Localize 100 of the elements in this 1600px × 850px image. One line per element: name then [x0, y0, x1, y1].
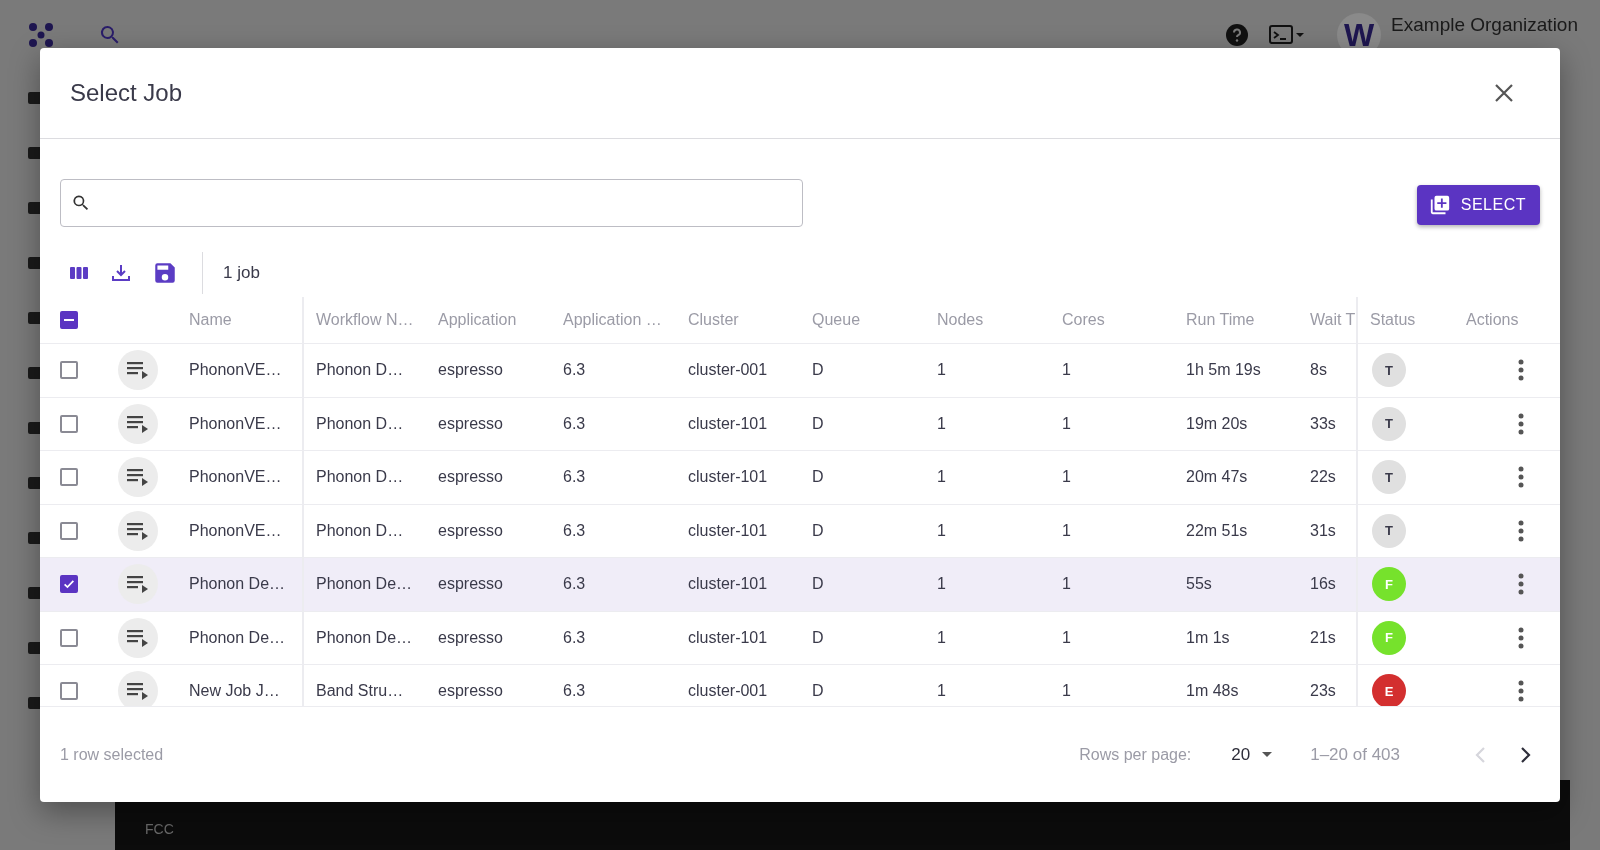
playlist-icon[interactable] — [118, 510, 158, 551]
download-icon[interactable] — [110, 262, 132, 284]
row-checkbox[interactable] — [60, 682, 78, 701]
row-checkbox[interactable] — [60, 361, 78, 380]
select-all-checkbox[interactable] — [60, 311, 78, 329]
table-cell: espresso — [438, 628, 503, 647]
table-cell: 6.3 — [563, 468, 586, 487]
table-cell: 6.3 — [563, 628, 586, 647]
row-checkbox[interactable] — [60, 521, 78, 540]
close-icon[interactable] — [1494, 83, 1514, 103]
table-cell: Phonon De… — [316, 575, 413, 594]
column-header[interactable]: Status — [1370, 311, 1416, 329]
table-cell: 1h 5m 19s — [1186, 361, 1261, 380]
playlist-icon[interactable] — [118, 671, 158, 706]
more-icon[interactable] — [1518, 680, 1524, 703]
table-cell: 1 — [937, 468, 946, 487]
row-checkbox[interactable] — [60, 414, 78, 433]
search-icon — [71, 193, 91, 213]
dialog-title: Select Job — [70, 79, 183, 107]
column-header[interactable]: Cluster — [688, 311, 739, 329]
table-cell: 22m 51s — [1186, 521, 1248, 540]
columns-icon[interactable] — [68, 264, 90, 282]
table-cell: cluster-001 — [688, 682, 768, 701]
more-icon[interactable] — [1518, 466, 1524, 489]
table-cell: Phonon De… — [316, 628, 413, 647]
table-cell: 1m 48s — [1186, 682, 1239, 701]
table-cell: cluster-101 — [688, 521, 768, 540]
column-header[interactable]: Queue — [812, 311, 861, 329]
organization-name: Example Organization — [1391, 14, 1578, 36]
table-cell: 1 — [937, 521, 946, 540]
column-header[interactable]: Run Time — [1186, 311, 1255, 329]
logo-icon[interactable] — [28, 22, 54, 48]
table-cell: cluster-101 — [688, 468, 768, 487]
table-cell: Phonon De… — [189, 575, 286, 594]
table-cell: Phonon D… — [316, 414, 404, 433]
more-icon[interactable] — [1518, 626, 1524, 649]
column-header[interactable]: Nodes — [937, 311, 984, 329]
row-checkbox[interactable] — [60, 468, 78, 487]
row-checkbox[interactable] — [60, 628, 78, 647]
caret-icon — [1262, 751, 1273, 758]
selection-count: 1 row selected — [60, 745, 164, 764]
table-cell: 6.3 — [563, 682, 586, 701]
table-cell: 1 — [1062, 628, 1071, 647]
table-cell: PhononVE… — [189, 361, 282, 380]
table-cell: D — [812, 414, 824, 433]
table-cell: Band Stru… — [316, 682, 404, 701]
column-header[interactable]: Actions — [1466, 311, 1519, 329]
playlist-icon[interactable] — [118, 457, 158, 498]
playlist-icon[interactable] — [118, 564, 158, 605]
table-cell: cluster-001 — [688, 361, 768, 380]
more-icon[interactable] — [1518, 412, 1524, 435]
table-cell: espresso — [438, 361, 503, 380]
table-cell: 19m 20s — [1186, 414, 1248, 433]
help-icon[interactable] — [1225, 23, 1250, 47]
table-cell: 23s — [1310, 682, 1336, 701]
save-icon[interactable] — [152, 260, 178, 286]
table-cell: D — [812, 682, 824, 701]
table-cell: cluster-101 — [688, 575, 768, 594]
status-chip: T — [1372, 353, 1406, 388]
search-field[interactable] — [60, 179, 803, 227]
table-cell: 1 — [937, 575, 946, 594]
terminal-icon[interactable] — [1269, 24, 1306, 46]
select-button[interactable]: SELECT — [1416, 185, 1540, 225]
table-cell: 31s — [1310, 521, 1336, 540]
table-cell: Phonon D… — [316, 468, 404, 487]
table-cell: D — [812, 468, 824, 487]
table-cell: espresso — [438, 468, 503, 487]
table-cell: 1 — [1062, 575, 1071, 594]
playlist-icon[interactable] — [118, 617, 158, 658]
column-header[interactable]: Application … — [563, 311, 662, 329]
rows-per-page-label: Rows per page: — [1079, 745, 1192, 764]
more-icon[interactable] — [1518, 519, 1524, 542]
job-count: 1 job — [223, 263, 260, 283]
status-chip: E — [1372, 674, 1406, 706]
table-cell: cluster-101 — [688, 628, 768, 647]
table-cell: espresso — [438, 414, 503, 433]
table-cell: 6.3 — [563, 414, 586, 433]
table-cell: 1 — [1062, 361, 1071, 380]
table-cell: 1 — [937, 682, 946, 701]
row-checkbox[interactable] — [60, 575, 78, 594]
table-cell: 55s — [1186, 575, 1212, 594]
next-page-icon[interactable] — [1520, 745, 1532, 764]
status-chip: T — [1372, 513, 1406, 548]
table-cell: New Job J… — [189, 682, 280, 701]
rows-per-page-select[interactable]: 20 — [1231, 744, 1273, 765]
status-chip: F — [1372, 567, 1406, 602]
column-header[interactable]: Cores — [1062, 311, 1105, 329]
column-header[interactable]: Name — [189, 311, 232, 329]
playlist-icon[interactable] — [118, 403, 158, 444]
playlist-icon[interactable] — [118, 350, 158, 391]
table-cell: 20m 47s — [1186, 468, 1248, 487]
page-range: 1–20 of 403 — [1310, 744, 1400, 765]
more-icon[interactable] — [1518, 573, 1524, 596]
column-header[interactable]: Application — [438, 311, 517, 329]
column-header[interactable]: Wait T — [1310, 311, 1356, 329]
table-cell: D — [812, 575, 824, 594]
table-cell: 1 — [937, 414, 946, 433]
more-icon[interactable] — [1518, 359, 1524, 382]
selected-row[interactable]: Phonon De… Phonon De… espresso 6.3 cluster-101 D 1 1 55s 16s F — [40, 558, 1560, 612]
column-header[interactable]: Workflow N… — [316, 311, 414, 329]
